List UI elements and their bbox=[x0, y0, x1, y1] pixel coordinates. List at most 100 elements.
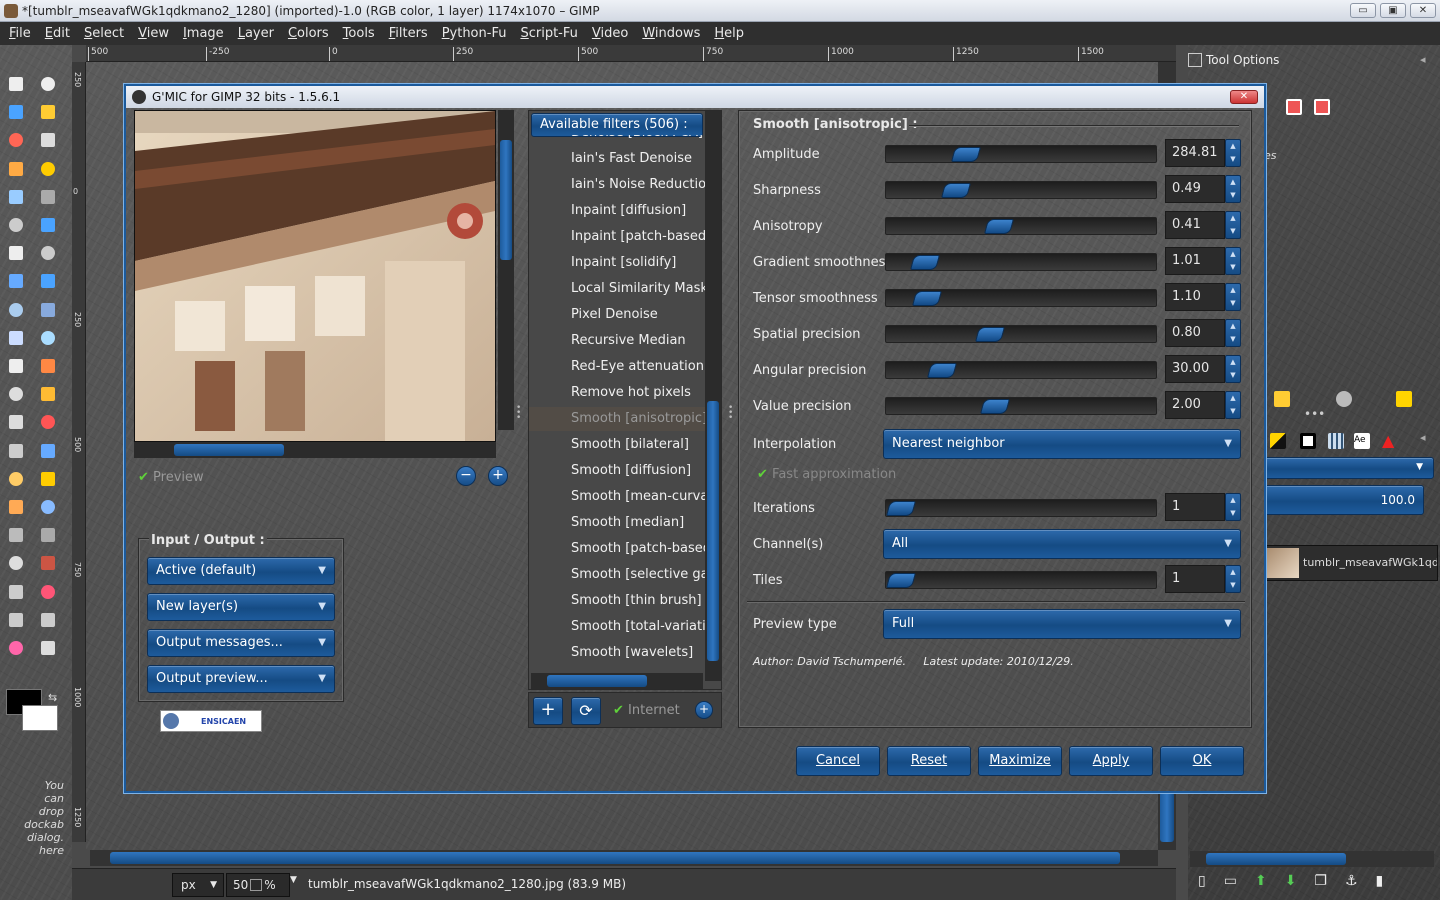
filters-vscrollbar[interactable] bbox=[705, 111, 721, 681]
heal-tool-icon[interactable] bbox=[37, 468, 59, 490]
scissors-tool-icon[interactable] bbox=[37, 129, 59, 151]
dock-menu-icon[interactable]: ◂ bbox=[1420, 431, 1426, 444]
filters-hscrollbar[interactable] bbox=[531, 673, 703, 689]
slider-knob[interactable] bbox=[926, 363, 958, 378]
hue-tool-icon[interactable] bbox=[5, 581, 27, 603]
param-slider[interactable] bbox=[885, 217, 1157, 235]
brush-icon[interactable] bbox=[1274, 391, 1290, 407]
filter-list-item[interactable]: Inpaint [solidify] bbox=[571, 255, 676, 270]
filter-list-item[interactable]: Smooth [median] bbox=[571, 515, 684, 530]
reset-button[interactable]: Reset bbox=[887, 746, 971, 776]
filter-list-item[interactable]: Smooth [thin brush] bbox=[571, 593, 702, 608]
ink-tool-icon[interactable] bbox=[37, 440, 59, 462]
levels-tool-icon[interactable] bbox=[5, 552, 27, 574]
threshold-tool-icon[interactable] bbox=[5, 609, 27, 631]
pencil-tool-icon[interactable] bbox=[37, 383, 59, 405]
curves-tool-icon[interactable] bbox=[37, 552, 59, 574]
background-color[interactable] bbox=[22, 705, 58, 731]
menu-edit[interactable]: Edit bbox=[38, 22, 77, 45]
filter-list-item[interactable]: Smooth [patch-based] bbox=[571, 541, 705, 556]
filter-list-item[interactable]: Pixel Denoise bbox=[571, 307, 658, 322]
airbrush-tool-icon[interactable] bbox=[5, 440, 27, 462]
filter-list-item[interactable]: Recursive Median bbox=[571, 333, 686, 348]
color-select-tool-icon[interactable] bbox=[5, 129, 27, 151]
zoom-selector[interactable]: 50% bbox=[226, 873, 290, 897]
cage-tool-icon[interactable] bbox=[37, 327, 59, 349]
filter-list-item[interactable]: Smooth [diffusion] bbox=[571, 463, 691, 478]
param-spinbox[interactable]: 2.00 bbox=[1165, 391, 1225, 419]
ellipse-select-tool-icon[interactable] bbox=[37, 73, 59, 95]
shear-tool-icon[interactable] bbox=[5, 299, 27, 321]
layer-row[interactable]: tumblr_mseavafWGk1qdk bbox=[1264, 545, 1438, 581]
filter-list-item[interactable]: Smooth [selective gau bbox=[571, 567, 705, 582]
delete-icon[interactable] bbox=[1314, 99, 1330, 115]
param-spinbox[interactable]: 30.00 bbox=[1165, 355, 1225, 383]
flip-tool-icon[interactable] bbox=[5, 327, 27, 349]
param-spinbox[interactable]: 284.81 bbox=[1165, 139, 1225, 167]
anchor-icon[interactable]: ⚓ bbox=[1345, 873, 1376, 889]
menu-tools[interactable]: Tools bbox=[336, 22, 382, 45]
trash-icon[interactable]: ▮ bbox=[1376, 873, 1402, 889]
preview-checkbox[interactable]: ✔ Preview bbox=[138, 470, 204, 485]
new-layer-icon[interactable]: ▯ bbox=[1198, 873, 1224, 889]
input-layers-select[interactable]: Active (default) ▼ bbox=[147, 557, 335, 585]
iterations-slider[interactable] bbox=[885, 499, 1157, 517]
filter-list-item[interactable]: Iain's Fast Denoise bbox=[571, 151, 692, 166]
param-slider[interactable] bbox=[885, 253, 1157, 271]
preview-type-select[interactable]: Full ▼ bbox=[883, 609, 1241, 639]
perspective-tool-icon[interactable] bbox=[37, 299, 59, 321]
iterations-spinbox[interactable]: 1 bbox=[1165, 493, 1225, 521]
menu-image[interactable]: Image bbox=[176, 22, 231, 45]
ok-button[interactable]: OK bbox=[1160, 746, 1244, 776]
color-picker-tool-icon[interactable] bbox=[5, 186, 27, 208]
filter-list-item[interactable]: Smooth [mean-curvatu bbox=[571, 489, 705, 504]
close-button[interactable]: ✕ bbox=[1410, 3, 1436, 18]
slider-knob[interactable] bbox=[983, 219, 1015, 234]
tiles-spin-arrows[interactable]: ▲ ▼ bbox=[1225, 565, 1241, 593]
interpolation-select[interactable]: Nearest neighbor ▼ bbox=[883, 429, 1241, 459]
menu-view[interactable]: View bbox=[131, 22, 176, 45]
apply-button[interactable]: Apply bbox=[1069, 746, 1153, 776]
splitter-handle[interactable]: • • • bbox=[516, 404, 522, 423]
slider-knob[interactable] bbox=[911, 291, 943, 306]
maximize-button[interactable]: ▣ bbox=[1380, 3, 1406, 18]
spin-arrows[interactable]: ▲ ▼ bbox=[1225, 355, 1241, 383]
param-spinbox[interactable]: 0.41 bbox=[1165, 211, 1225, 239]
rotate-tool-icon[interactable] bbox=[5, 270, 27, 292]
fast-approximation-checkbox[interactable]: ✔ Fast approximation bbox=[757, 467, 896, 482]
swap-colors-icon[interactable]: ⇆ bbox=[48, 691, 57, 704]
reset-icon[interactable] bbox=[1286, 99, 1302, 115]
text-tool-icon[interactable] bbox=[5, 355, 27, 377]
spin-arrows[interactable]: ▲ ▼ bbox=[1225, 247, 1241, 275]
menu-help[interactable]: Help bbox=[707, 22, 751, 45]
iterations-spin-arrows[interactable]: ▲ ▼ bbox=[1225, 493, 1241, 521]
crop-tool-icon[interactable] bbox=[37, 242, 59, 264]
filter-list-item[interactable]: Local Similarity Mask bbox=[571, 281, 705, 296]
param-slider[interactable] bbox=[885, 145, 1157, 163]
blend-tool-icon[interactable] bbox=[5, 383, 27, 405]
filter-list-item[interactable]: Iain's Noise Reductio bbox=[571, 177, 705, 192]
gimp-g-tool-icon[interactable] bbox=[37, 637, 59, 659]
paths-tool-icon[interactable] bbox=[37, 158, 59, 180]
measure-tool-icon[interactable] bbox=[5, 214, 27, 236]
internet-checkbox[interactable]: ✔ Internet bbox=[613, 703, 680, 718]
paintbrush-tool-icon[interactable] bbox=[5, 411, 27, 433]
slider-knob[interactable] bbox=[885, 501, 917, 516]
refresh-filters-button[interactable]: ⟳ bbox=[571, 697, 601, 725]
dodge-tool-icon[interactable] bbox=[37, 524, 59, 546]
slider-knob[interactable] bbox=[979, 399, 1011, 414]
rect-select-tool-icon[interactable] bbox=[5, 73, 27, 95]
dock-menu-icon[interactable]: ◂ bbox=[1420, 53, 1426, 66]
filter-list-item[interactable]: Inpaint [patch-based] bbox=[571, 229, 705, 244]
output-mode-select[interactable]: New layer(s) ▼ bbox=[147, 593, 335, 621]
eraser-tool-icon[interactable] bbox=[37, 411, 59, 433]
pattern-icon[interactable] bbox=[1396, 391, 1412, 407]
slider-knob[interactable] bbox=[974, 327, 1006, 342]
zoom-in-button[interactable]: + bbox=[488, 466, 508, 486]
tool-options-tab[interactable]: Tool Options bbox=[1188, 53, 1279, 67]
maximize-button[interactable]: Maximize bbox=[978, 746, 1062, 776]
menu-filters[interactable]: Filters bbox=[382, 22, 435, 45]
stripes-icon[interactable] bbox=[1328, 433, 1344, 449]
param-slider[interactable] bbox=[885, 181, 1157, 199]
preview-pane[interactable] bbox=[134, 110, 496, 442]
